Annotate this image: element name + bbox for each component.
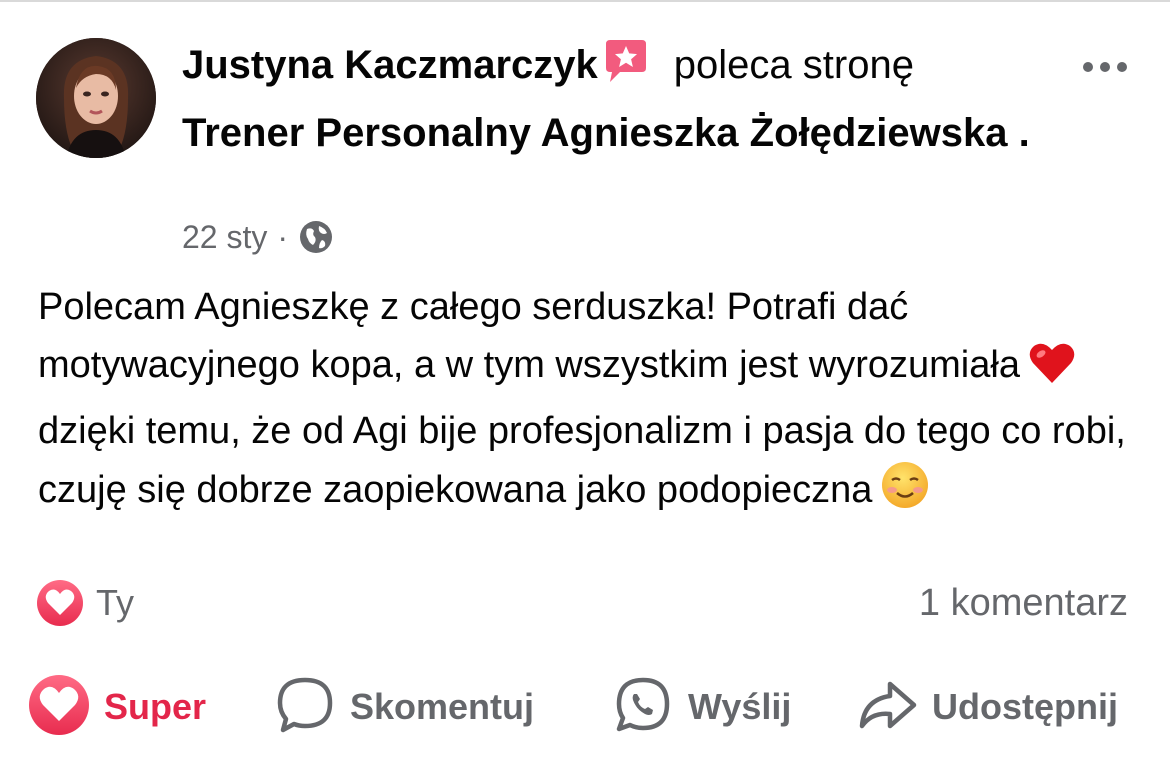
top-divider [0, 0, 1170, 2]
author-avatar[interactable] [36, 38, 156, 158]
post-date[interactable]: 22 sty [182, 219, 267, 256]
comments-count[interactable]: 1 komentarz [919, 578, 1128, 628]
recommendation-verb: poleca stronę [673, 43, 914, 87]
meta-separator: · [277, 218, 289, 255]
comment-label: Skomentuj [350, 686, 535, 727]
love-reaction-icon [36, 579, 84, 627]
share-arrow-icon [856, 674, 918, 741]
post-body-part-1: Polecam Agnieszkę z całego serduszka! Po… [38, 286, 1020, 386]
author-name[interactable]: Justyna Kaczmarczyk [182, 43, 598, 87]
share-label: Udostępnij [932, 686, 1118, 727]
send-button[interactable]: Wyślij [612, 672, 791, 742]
post-body: Polecam Agnieszkę z całego serduszka! Po… [38, 278, 1138, 527]
share-button[interactable]: Udostępnij [856, 672, 1118, 742]
reactions-summary[interactable]: Ty [36, 578, 134, 628]
super-label: Super [104, 686, 207, 727]
love-icon [28, 674, 90, 741]
comment-button[interactable]: Skomentuj [274, 672, 534, 742]
send-label: Wyślij [688, 686, 792, 727]
reaction-by: Ty [96, 582, 135, 623]
page-name-suffix: . [1007, 111, 1030, 155]
super-button[interactable]: Super [28, 672, 206, 742]
red-heart-emoji [1028, 341, 1076, 402]
more-options-icon[interactable] [1080, 56, 1130, 78]
whatsapp-icon [612, 674, 674, 741]
comment-bubble-icon [274, 674, 336, 741]
post-header: Justyna Kaczmarczyk poleca stronę Trener … [182, 34, 1042, 164]
smiling-face-emoji [880, 460, 930, 527]
recommendation-icon [602, 38, 650, 102]
page-name[interactable]: Trener Personalny Agnieszka Żołędziewska [182, 111, 1008, 155]
action-bar: Super Skomentuj Wyślij Udostępnij [0, 672, 1170, 742]
post-body-part-2: dzięki temu, że od Agi bije profesjonali… [38, 410, 1126, 511]
globe-icon[interactable] [298, 219, 334, 255]
post-meta: 22 sty · [182, 216, 334, 258]
